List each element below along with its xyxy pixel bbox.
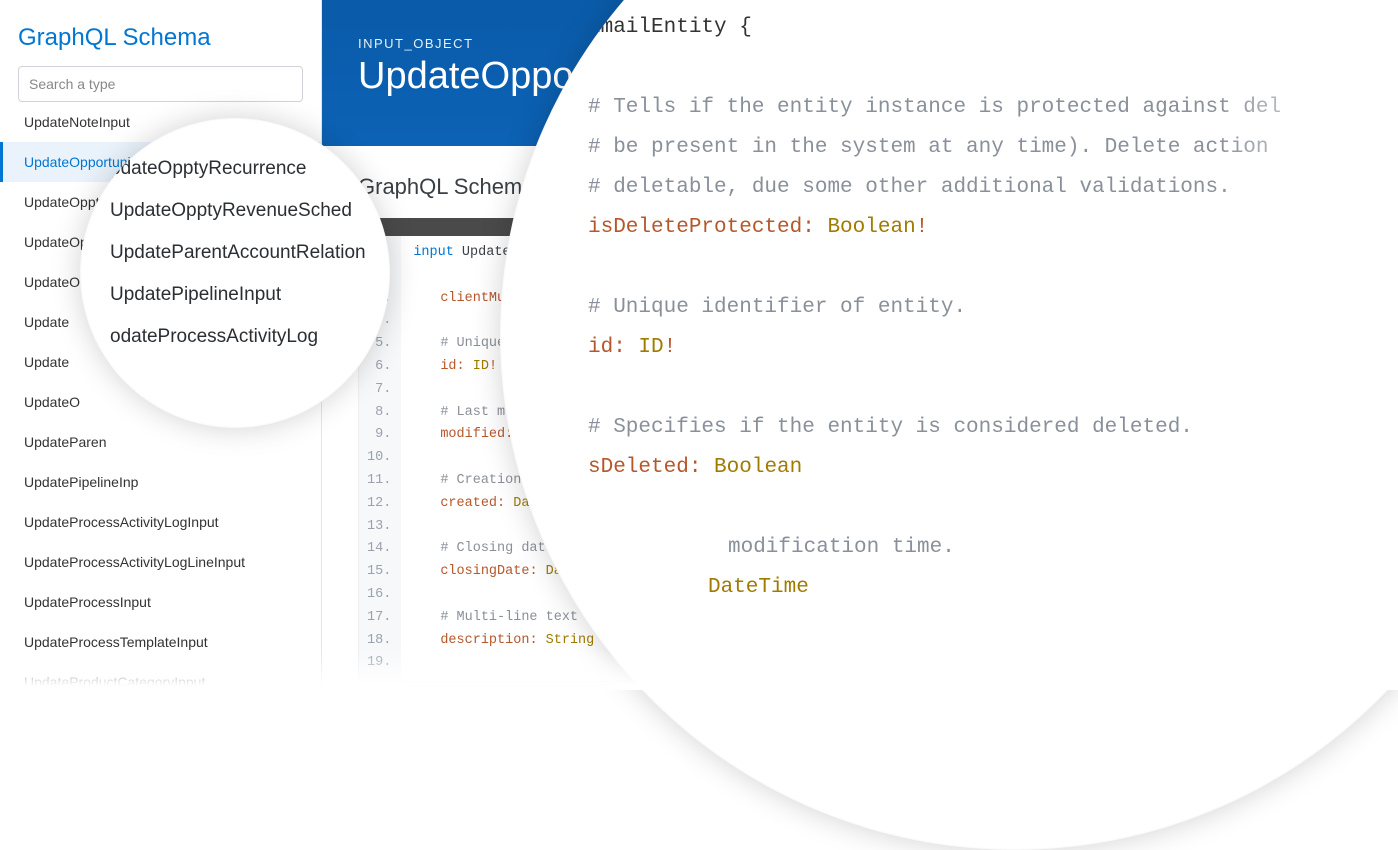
sidebar-item[interactable]: UpdateProductCategoryInput bbox=[0, 662, 321, 690]
zoom-code-line: modification time. bbox=[588, 528, 1398, 568]
line-number: 18. bbox=[367, 630, 391, 653]
sidebar-item[interactable]: UpdateParen bbox=[0, 422, 321, 462]
zoom-list-item: UpdatePipelineInput bbox=[110, 274, 390, 316]
zoom-code-line: # Unique identifier of entity. bbox=[588, 288, 1398, 328]
zoom-code-line: sDeleted: Boolean bbox=[588, 448, 1398, 488]
zoom-list-item: odateProcessActivityLog bbox=[110, 316, 390, 358]
zoom-code-line: DateTime bbox=[588, 568, 1398, 608]
line-number: 15. bbox=[367, 561, 391, 584]
zoom-code-line: EmailEntity { bbox=[588, 8, 1398, 48]
zoom-list-item: UpdateOpptyRevenueSched bbox=[110, 190, 390, 232]
zoom-lens-right-content: EmailEntity { # Tells if the entity inst… bbox=[588, 8, 1398, 608]
zoom-code-line: # deletable, due some other additional v… bbox=[588, 168, 1398, 208]
zoom-list-item: UpdateParentAccountRelation bbox=[110, 232, 390, 274]
zoom-code-line bbox=[588, 248, 1398, 288]
line-number: 12. bbox=[367, 493, 391, 516]
zoom-code-line: # Tells if the entity instance is protec… bbox=[588, 88, 1398, 128]
line-number: 9. bbox=[367, 424, 391, 447]
zoom-code-line: # be present in the system at any time).… bbox=[588, 128, 1398, 168]
sidebar-title: GraphQL Schema bbox=[0, 0, 321, 66]
zoom-lens-right: EmailEntity { # Tells if the entity inst… bbox=[500, 0, 1398, 850]
sidebar-item[interactable]: UpdateProcessTemplateInput bbox=[0, 622, 321, 662]
zoom-code-line: # Specifies if the entity is considered … bbox=[588, 408, 1398, 448]
zoom-code-line bbox=[588, 368, 1398, 408]
zoom-lens-left: pdateOpptyRecurrenceUpdateOpptyRevenueSc… bbox=[80, 118, 390, 428]
zoom-code-line: id: ID! bbox=[588, 328, 1398, 368]
line-number: 10. bbox=[367, 447, 391, 470]
zoom-lens-left-content: pdateOpptyRecurrenceUpdateOpptyRevenueSc… bbox=[110, 148, 390, 418]
sidebar-item[interactable]: UpdateProcessInput bbox=[0, 582, 321, 622]
search-container bbox=[0, 66, 321, 112]
line-number: 19. bbox=[367, 652, 391, 675]
search-input[interactable] bbox=[18, 66, 303, 102]
line-number: 17. bbox=[367, 607, 391, 630]
line-number: 13. bbox=[367, 516, 391, 539]
sidebar-item[interactable]: UpdateProcessActivityLogLineInput bbox=[0, 542, 321, 582]
zoom-code-line bbox=[588, 48, 1398, 88]
sidebar-item[interactable]: UpdatePipelineInp bbox=[0, 462, 321, 502]
line-number: 14. bbox=[367, 538, 391, 561]
zoom-list-item: pdateOpptyRecurrence bbox=[110, 148, 390, 190]
zoom-code-line bbox=[588, 488, 1398, 528]
line-number: 11. bbox=[367, 470, 391, 493]
line-number: 16. bbox=[367, 584, 391, 607]
sidebar-item[interactable]: UpdateProcessActivityLogInput bbox=[0, 502, 321, 542]
zoom-code-line: isDeleteProtected: Boolean! bbox=[588, 208, 1398, 248]
